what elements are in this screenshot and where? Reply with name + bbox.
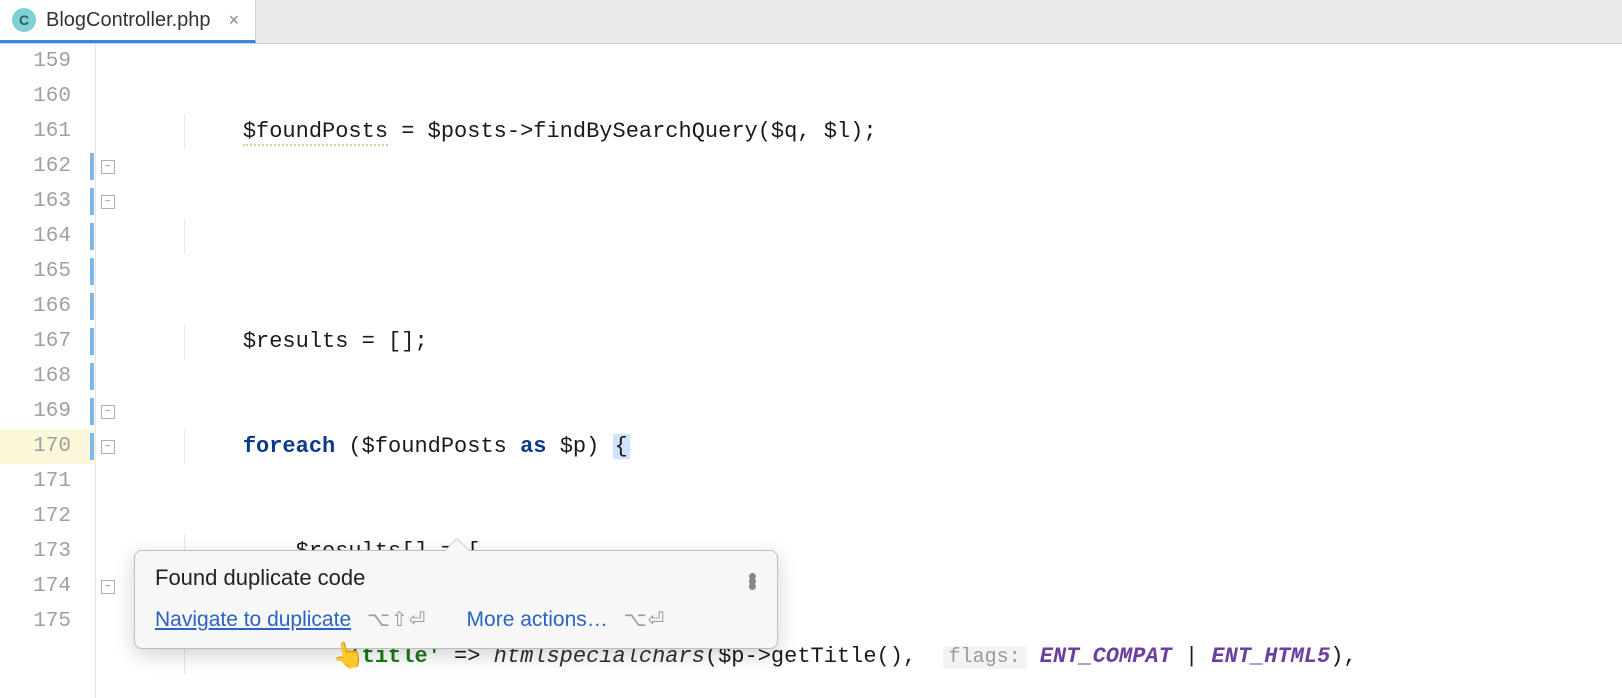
- line-number: 164: [0, 219, 95, 254]
- line-number: 163: [0, 184, 95, 219]
- line-number: 165: [0, 254, 95, 289]
- fold-column: − − − − −: [96, 44, 120, 698]
- line-number: 169: [0, 394, 95, 429]
- editor-tab[interactable]: C BlogController.php ×: [0, 0, 256, 43]
- matched-brace: {: [613, 434, 630, 459]
- tab-filename: BlogController.php: [46, 9, 211, 32]
- line-number: 168: [0, 359, 95, 394]
- more-actions-link[interactable]: More actions…: [467, 608, 608, 631]
- line-number: 167: [0, 324, 95, 359]
- close-icon[interactable]: ×: [229, 10, 240, 31]
- line-number-gutter: 159 160 161 162 163 164 165 166 167 168 …: [0, 44, 96, 698]
- shortcut-hint: ⌥⇧⏎: [367, 609, 427, 631]
- line-number: 170: [0, 429, 95, 464]
- line-number: 171: [0, 464, 95, 499]
- popup-title: Found duplicate code: [155, 565, 365, 591]
- inspection-popup: Found duplicate code ••• Navigate to dup…: [134, 550, 778, 649]
- shortcut-hint: ⌥⏎: [624, 609, 666, 631]
- tab-bar: C BlogController.php ×: [0, 0, 1622, 44]
- code-line: $results = [];: [120, 324, 1622, 359]
- code-line: foreach ($foundPosts as $p) {: [120, 429, 1622, 464]
- more-options-icon[interactable]: •••: [748, 571, 757, 586]
- line-number: 174: [0, 569, 95, 604]
- parameter-hint: flags:: [943, 646, 1027, 669]
- fold-toggle-icon[interactable]: −: [101, 440, 115, 454]
- navigate-to-duplicate-link[interactable]: Navigate to duplicate: [155, 608, 351, 631]
- line-number: 160: [0, 79, 95, 114]
- line-number: 162: [0, 149, 95, 184]
- fold-toggle-icon[interactable]: −: [101, 160, 115, 174]
- php-class-icon: C: [12, 8, 36, 32]
- line-number: 172: [0, 499, 95, 534]
- fold-toggle-icon[interactable]: −: [101, 195, 115, 209]
- line-number: 166: [0, 289, 95, 324]
- fold-toggle-icon[interactable]: −: [101, 405, 115, 419]
- code-line: [120, 219, 1622, 254]
- line-number: 173: [0, 534, 95, 569]
- line-number: 161: [0, 114, 95, 149]
- code-line: $foundPosts = $posts->findBySearchQuery(…: [120, 114, 1622, 149]
- line-number: 175: [0, 604, 95, 639]
- fold-toggle-icon[interactable]: −: [101, 580, 115, 594]
- line-number: 159: [0, 44, 95, 79]
